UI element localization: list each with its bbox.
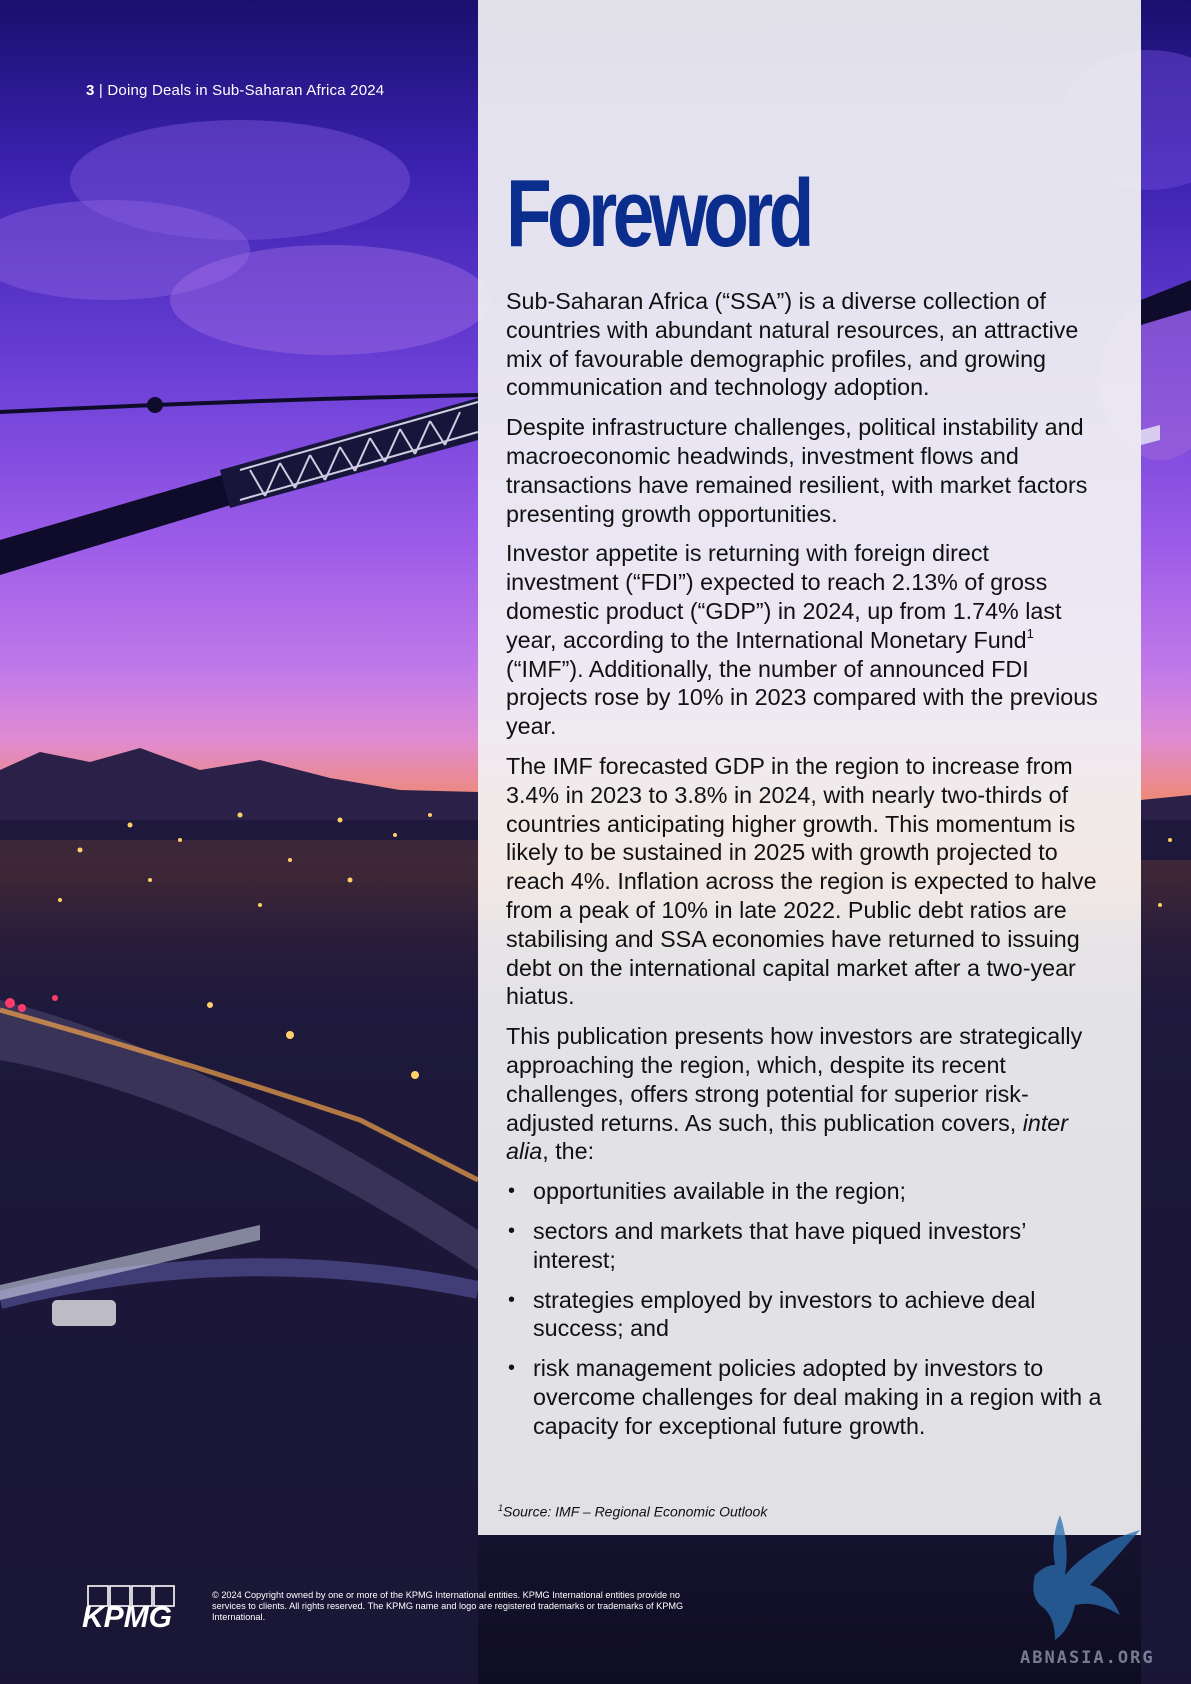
list-item: strategies employed by investors to achi…	[506, 1286, 1106, 1344]
watermark-text: ABNASIA.ORG	[1020, 1648, 1155, 1668]
document-title: Doing Deals in Sub-Saharan Africa 2024	[107, 82, 385, 99]
paragraph-3: Investor appetite is returning with fore…	[506, 539, 1106, 741]
bird-icon	[1033, 1515, 1140, 1640]
paragraph-4: The IMF forecasted GDP in the region to …	[506, 752, 1097, 1010]
paragraph-3-text-b: (“IMF”). Additionally, the number of ann…	[506, 655, 1098, 740]
footnote-marker: 1	[1026, 625, 1034, 641]
coverage-list: opportunities available in the region; s…	[506, 1177, 1106, 1440]
kpmg-logo: KPMG	[82, 1585, 187, 1634]
footnote: 1Source: IMF – Regional Economic Outlook	[498, 1503, 767, 1520]
kpmg-logo-text: KPMG	[82, 1601, 172, 1629]
paragraph-2: Despite infrastructure challenges, polit…	[506, 414, 1088, 527]
page-title: Foreword	[506, 160, 814, 267]
foreword-body: Sub-Saharan Africa (“SSA”) is a diverse …	[506, 287, 1106, 1451]
paragraph-3-text-a: Investor appetite is returning with fore…	[506, 540, 1062, 653]
paragraph-5-text-a: This publication presents how investors …	[506, 1023, 1083, 1136]
paragraph-5: This publication presents how investors …	[506, 1022, 1106, 1166]
page-header: 3 | Doing Deals in Sub-Saharan Africa 20…	[86, 82, 384, 99]
paragraph-1: Sub-Saharan Africa (“SSA”) is a diverse …	[506, 288, 1079, 401]
list-item: opportunities available in the region;	[506, 1177, 1106, 1206]
paragraph-5-text-b: , the:	[542, 1138, 595, 1165]
page-number: 3	[86, 82, 95, 99]
list-item: risk management policies adopted by inve…	[506, 1354, 1106, 1440]
footnote-text: Source: IMF – Regional Economic Outlook	[503, 1503, 768, 1520]
copyright-notice: © 2024 Copyright owned by one or more of…	[212, 1590, 684, 1622]
kpmg-logo-mark: KPMG	[82, 1585, 175, 1634]
list-item: sectors and markets that have piqued inv…	[506, 1217, 1106, 1275]
header-separator: |	[94, 82, 108, 99]
watermark-logo	[1010, 1505, 1150, 1650]
